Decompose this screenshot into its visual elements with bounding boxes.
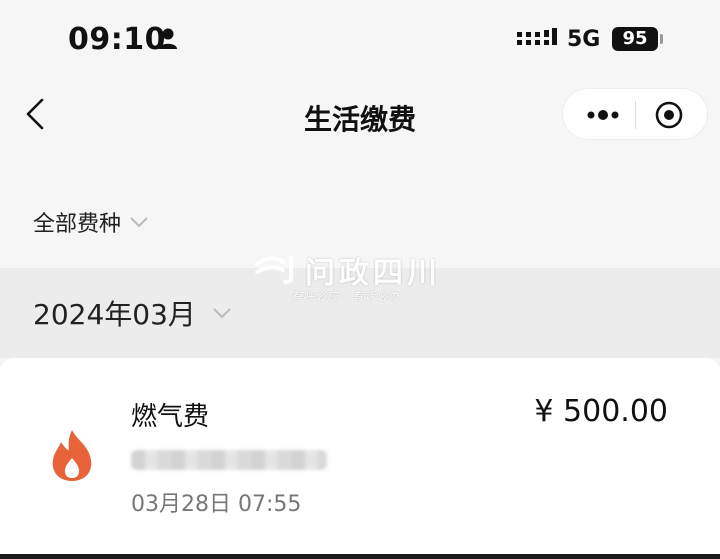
status-bar: 09:10 5G 95	[0, 0, 720, 80]
signal-icon	[517, 28, 557, 45]
watermark: 问政四川 有呼必应 · 有诉必办	[253, 248, 468, 304]
watermark-subtext: 有呼必应 · 有诉必办	[291, 290, 401, 303]
nav-bar: 生活缴费	[0, 80, 720, 152]
chevron-down-icon	[213, 308, 231, 319]
chevron-down-icon	[130, 217, 148, 228]
battery-indicator: 95	[612, 27, 658, 51]
watermark-text: 问政四川	[305, 256, 441, 291]
watermark-logo-icon	[255, 256, 293, 284]
filter-label: 全部费种	[33, 212, 122, 237]
month-selector[interactable]: 2024年03月	[33, 293, 232, 333]
person-icon	[159, 28, 177, 49]
network-type: 5G	[567, 27, 601, 52]
capsule-divider	[635, 101, 636, 129]
payment-record-card[interactable]	[0, 358, 720, 559]
blurred-account-info	[131, 450, 327, 470]
fee-type-filter[interactable]: 全部费种	[33, 206, 149, 238]
battery-tip	[660, 34, 663, 44]
payment-amount: ¥ 500.00	[534, 394, 668, 429]
bottom-edge	[0, 554, 720, 559]
month-label: 2024年03月	[33, 298, 196, 331]
fee-name: 燃气费	[131, 402, 210, 432]
payment-datetime: 03月28日 07:55	[131, 492, 302, 517]
mini-program-capsule	[562, 88, 708, 140]
flame-icon	[52, 430, 92, 481]
status-time: 09:10	[68, 22, 166, 57]
close-target-icon[interactable]	[653, 99, 685, 131]
more-icon[interactable]	[581, 102, 637, 128]
